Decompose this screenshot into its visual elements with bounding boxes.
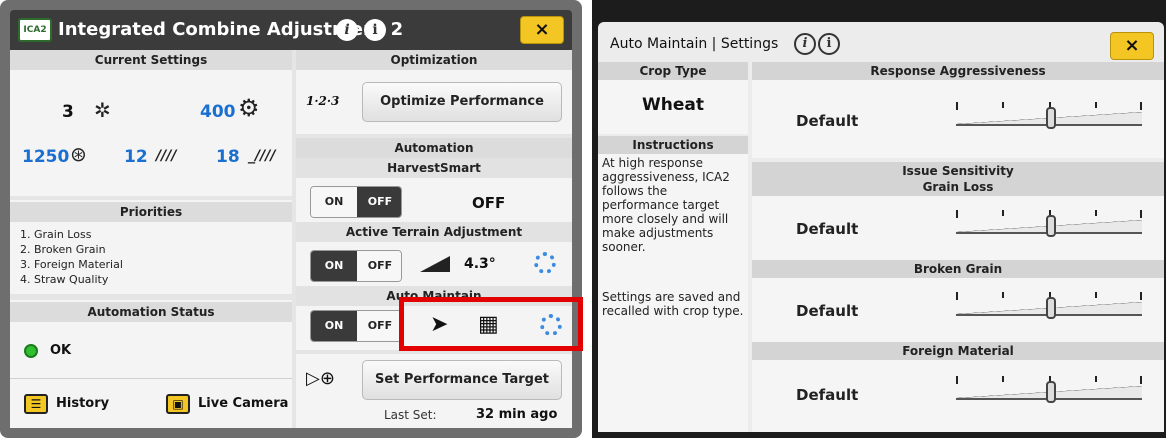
- broken-grain-row[interactable]: Default: [752, 278, 1164, 342]
- history-icon[interactable]: ☰: [24, 394, 48, 414]
- active-terrain-on[interactable]: ON: [311, 251, 357, 281]
- rotor-speed-icon: ✲: [94, 98, 111, 122]
- foreign-material-value: Default: [796, 386, 859, 404]
- info-alt-icon[interactable]: i: [364, 19, 386, 41]
- fan-speed-value: 400: [200, 102, 236, 122]
- crop-type-header: Crop Type: [598, 62, 748, 80]
- active-terrain-toggle[interactable]: ON OFF: [310, 250, 402, 282]
- grain-loss-header: Grain Loss: [752, 178, 1164, 196]
- crop-type-cell[interactable]: Wheat: [598, 80, 748, 134]
- status-ok-indicator-icon: [24, 344, 38, 358]
- terrain-angle-value: 4.3°: [464, 256, 496, 272]
- optimization-section: Optimization 1·2·3 Optimize Performance: [296, 50, 572, 134]
- priority-item: 4. Straw Quality: [20, 273, 109, 286]
- instructions-text: At high response aggressiveness, ICA2 fo…: [602, 156, 730, 254]
- camera-icon[interactable]: ▣: [166, 394, 190, 414]
- ica2-logo-icon: ICA2: [18, 18, 52, 42]
- last-set-value: 32 min ago: [476, 407, 558, 422]
- priority-item: 3. Foreign Material: [20, 258, 123, 271]
- set-performance-target-button[interactable]: Set Performance Target: [362, 360, 562, 400]
- response-aggressiveness-value: Default: [796, 112, 859, 130]
- priorities-header: Priorities: [10, 202, 292, 222]
- slider-thumb[interactable]: [1046, 381, 1056, 403]
- broken-grain-header: Broken Grain: [752, 260, 1164, 278]
- auto-maintain-settings-panel: Auto Maintain | Settings i i × Crop Type…: [592, 0, 1166, 438]
- chaffer-icon: ////: [156, 148, 177, 164]
- auto-maintain-toggle[interactable]: ON OFF: [310, 310, 402, 342]
- harvestsmart-off[interactable]: OFF: [357, 187, 401, 217]
- rotor-rpm-value: 1250: [22, 147, 70, 167]
- current-settings-section: Current Settings 3 ✲ 400 ⚙ 1250 ⊛ 12 ///…: [10, 50, 292, 196]
- harvestsmart-state: OFF: [472, 194, 506, 212]
- instructions-cell: At high response aggressiveness, ICA2 fo…: [598, 154, 748, 432]
- fan-icon: ⚙: [238, 94, 260, 122]
- last-set-label: Last Set:: [384, 408, 437, 422]
- auto-maintain-on[interactable]: ON: [311, 311, 357, 341]
- optimization-header: Optimization: [296, 50, 572, 70]
- active-terrain-header: Active Terrain Adjustment: [296, 222, 572, 242]
- sieve-icon: _////: [248, 148, 276, 164]
- rotor-icon: ⊛: [70, 142, 87, 166]
- broken-grain-value: Default: [796, 302, 859, 320]
- response-aggressiveness-header: Response Aggressiveness: [752, 62, 1164, 80]
- automation-header: Automation: [296, 138, 572, 158]
- auto-maintain-off[interactable]: OFF: [357, 311, 401, 341]
- foreign-material-header: Foreign Material: [752, 342, 1164, 360]
- rotor-speed-value: 3: [62, 102, 74, 122]
- current-settings-header: Current Settings: [10, 50, 292, 70]
- instructions-header: Instructions: [598, 136, 748, 154]
- sieve-value: 18: [216, 147, 240, 167]
- ica2-title-bar: ICA2 Integrated Combine Adjustment 2 i i…: [10, 10, 572, 50]
- close-button[interactable]: ×: [1110, 32, 1154, 60]
- loading-spinner-icon: [534, 252, 556, 274]
- automation-status-header: Automation Status: [10, 302, 292, 322]
- automation-status-section: Automation Status OK ☰ History ▣ Live Ca…: [10, 300, 292, 428]
- info-icon[interactable]: i: [336, 19, 358, 41]
- grain-loss-value: Default: [796, 220, 859, 238]
- priorities-section: Priorities 1. Grain Loss 2. Broken Grain…: [10, 200, 292, 294]
- optimize-performance-button[interactable]: Optimize Performance: [362, 82, 562, 122]
- ica2-body: Current Settings 3 ✲ 400 ⚙ 1250 ⊛ 12 ///…: [10, 50, 572, 428]
- crop-type-value: Wheat: [642, 95, 704, 115]
- slope-icon: [420, 256, 450, 272]
- slider-thumb[interactable]: [1046, 215, 1056, 237]
- instructions-note: Settings are saved and recalled with cro…: [602, 290, 744, 318]
- close-button[interactable]: ×: [520, 16, 564, 44]
- info-icon[interactable]: i: [794, 33, 816, 55]
- active-terrain-off[interactable]: OFF: [357, 251, 401, 281]
- priority-item: 1. Grain Loss: [20, 228, 92, 241]
- settings-window: Auto Maintain | Settings i i × Crop Type…: [598, 22, 1164, 432]
- foreign-material-slider[interactable]: [956, 376, 1142, 403]
- performance-target-section: ▷⊕ Set Performance Target Last Set: 32 m…: [296, 354, 572, 428]
- settings-title: Auto Maintain | Settings: [610, 36, 779, 52]
- foreign-material-row[interactable]: Default: [752, 360, 1164, 432]
- chaffer-value: 12: [124, 147, 148, 167]
- response-aggressiveness-row[interactable]: Default: [752, 80, 1164, 158]
- live-camera-button[interactable]: Live Camera: [198, 396, 288, 411]
- target-icon: ▷⊕: [306, 368, 335, 389]
- steps-icon: 1·2·3: [306, 94, 340, 108]
- harvestsmart-toggle[interactable]: ON OFF: [310, 186, 402, 218]
- history-button[interactable]: History: [56, 396, 109, 411]
- slider-thumb[interactable]: [1046, 107, 1056, 129]
- response-aggressiveness-slider[interactable]: [956, 102, 1142, 129]
- priority-item: 2. Broken Grain: [20, 243, 106, 256]
- automation-status-text: OK: [50, 343, 72, 358]
- highlight-box: [399, 297, 583, 351]
- info-alt-icon[interactable]: i: [818, 33, 840, 55]
- grain-loss-row[interactable]: Default: [752, 196, 1164, 260]
- harvestsmart-header: HarvestSmart: [296, 158, 572, 178]
- harvestsmart-on[interactable]: ON: [311, 187, 357, 217]
- divider: [10, 378, 292, 379]
- grain-loss-slider[interactable]: [956, 210, 1142, 237]
- slider-thumb[interactable]: [1046, 297, 1056, 319]
- ica2-panel: ICA2 Integrated Combine Adjustment 2 i i…: [0, 0, 582, 438]
- broken-grain-slider[interactable]: [956, 292, 1142, 319]
